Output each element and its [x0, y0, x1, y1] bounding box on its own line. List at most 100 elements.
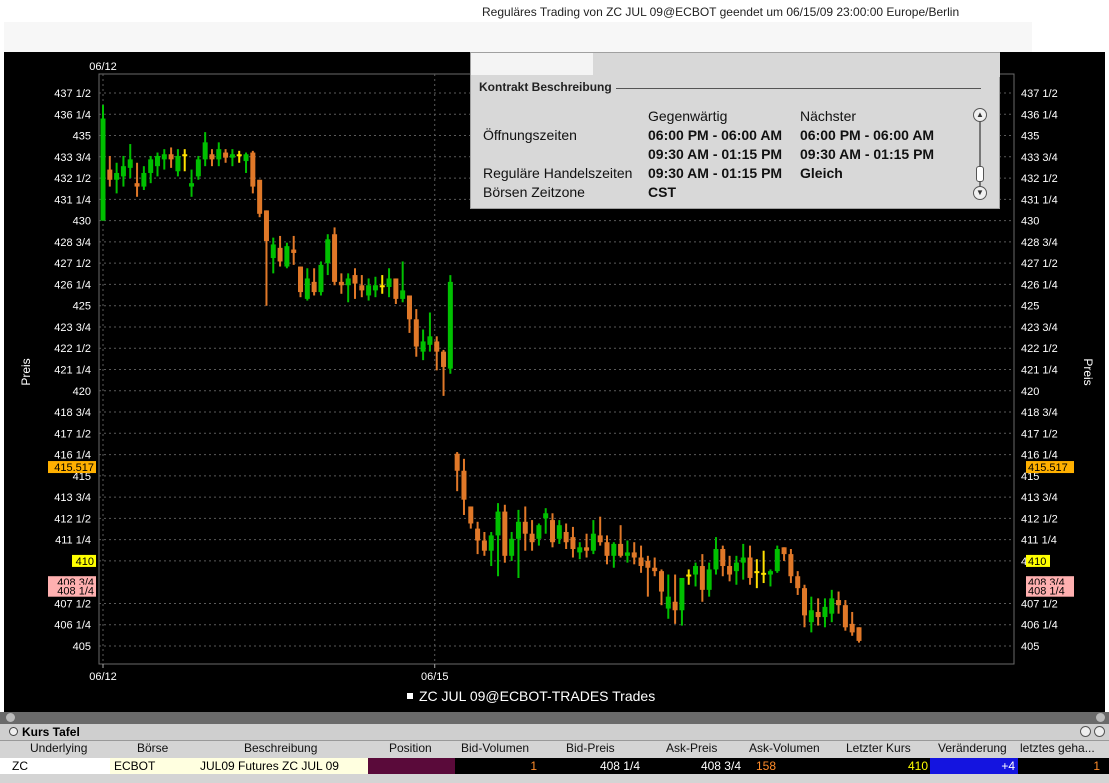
candle-body — [624, 552, 630, 556]
tooltip-col-current: Gegenwärtig — [648, 108, 728, 124]
y-tick-label-left: 436 1/4 — [54, 109, 91, 121]
candle-body — [645, 560, 651, 568]
column-header[interactable]: Ask-Preis — [666, 741, 717, 755]
tooltip-col-next: Nächster — [800, 108, 857, 124]
tooltip-blank-area — [471, 53, 593, 75]
candle-body — [427, 336, 433, 345]
candle-body — [189, 183, 195, 187]
candle-body — [216, 149, 222, 160]
y-tick-label-right: 405 — [1021, 641, 1039, 653]
candle-body — [563, 531, 569, 543]
cell-last-price: 410 — [833, 758, 930, 774]
candle-body — [733, 562, 739, 572]
y-tick-label-right: 418 3/4 — [1021, 407, 1058, 419]
splitter-left-knob-icon[interactable] — [6, 713, 15, 722]
scroll-thumb[interactable] — [976, 166, 984, 182]
candle-body — [522, 521, 528, 534]
column-header[interactable]: Veränderung — [938, 741, 1007, 755]
candle-body — [590, 533, 596, 551]
y-tick-label-right: 432 1/2 — [1021, 173, 1058, 185]
y-tick-label-left: 435 — [73, 131, 91, 143]
tooltip-scrollbar[interactable]: ▲ ▼ — [973, 108, 987, 200]
y-tick-label-left: 437 1/2 — [54, 88, 91, 100]
candle-body — [550, 520, 556, 543]
candle-body — [120, 166, 126, 177]
column-header[interactable]: Underlying — [30, 741, 87, 755]
close-icon[interactable] — [1094, 726, 1105, 737]
y-tick-label-left: 433 3/4 — [54, 152, 91, 164]
column-header[interactable]: Bid-Preis — [566, 741, 615, 755]
candle-body — [406, 295, 412, 320]
candle-body — [257, 179, 263, 214]
candle-body — [842, 605, 848, 628]
splitter-right-knob-icon[interactable] — [1096, 713, 1105, 722]
cell-description: JUL09 Futures ZC JUL 09 — [198, 758, 368, 774]
candle-body — [161, 154, 167, 160]
price-marker-left-label: 408 1/4 — [57, 586, 94, 598]
scroll-up-icon[interactable]: ▲ — [973, 108, 987, 122]
y-tick-label-right: 420 — [1021, 386, 1039, 398]
candle-body — [543, 513, 549, 519]
y-tick-label-left: 418 3/4 — [54, 407, 91, 419]
column-header[interactable]: letztes geha... — [1020, 741, 1095, 755]
y-tick-label-right: 437 1/2 — [1021, 88, 1058, 100]
y-tick-label-right: 417 1/2 — [1021, 428, 1058, 440]
settings-icon[interactable] — [1080, 726, 1091, 737]
candle-body — [325, 239, 331, 264]
tooltip-row-next: 09:30 AM - 01:15 PM — [800, 146, 935, 162]
candle-body — [727, 566, 733, 575]
y-tick-label-left: 425 — [73, 301, 91, 313]
y-tick-label-right: 413 3/4 — [1021, 492, 1058, 504]
candle-body — [481, 540, 487, 551]
candle-body — [277, 247, 283, 262]
quote-board-title: Kurs Tafel — [22, 725, 80, 739]
candle-body — [856, 627, 862, 641]
column-header[interactable]: Position — [389, 741, 432, 755]
y-tick-label-right: 436 1/4 — [1021, 109, 1058, 121]
column-header[interactable]: Beschreibung — [244, 741, 317, 755]
price-marker-left-label: 410 — [76, 556, 94, 568]
column-header[interactable]: Bid-Volumen — [461, 741, 529, 755]
y-tick-label-right: 431 1/4 — [1021, 194, 1058, 206]
column-header[interactable]: Ask-Volumen — [749, 741, 820, 755]
candle-body — [386, 278, 392, 287]
trading-status-message: Reguläres Trading von ZC JUL 09@ECBOT ge… — [482, 5, 960, 19]
candle-body — [802, 588, 808, 616]
candle-body — [454, 453, 460, 471]
y-tick-label-right: 435 — [1021, 131, 1039, 143]
column-header[interactable]: Letzter Kurs — [846, 741, 911, 755]
price-marker-left-label: 415.517 — [54, 462, 94, 474]
candle-body — [182, 154, 188, 157]
cell-last-traded: 1 — [1018, 758, 1102, 774]
column-header[interactable]: Börse — [137, 741, 168, 755]
panel-splitter[interactable] — [0, 712, 1109, 724]
y-tick-label-left: 413 3/4 — [54, 492, 91, 504]
cell-exchange: ECBOT — [110, 758, 198, 774]
candle-body — [693, 566, 699, 575]
table-row[interactable]: ZC ECBOT JUL09 Futures ZC JUL 09 1 408 1… — [0, 758, 1109, 774]
candle-body — [332, 234, 338, 282]
candle-body — [597, 535, 603, 543]
quote-board-header: Kurs Tafel — [0, 724, 1109, 741]
y-tick-label-left: 428 3/4 — [54, 237, 91, 249]
y-tick-label-left: 423 3/4 — [54, 322, 91, 334]
candle-body — [699, 566, 705, 590]
tooltip-row-label: Börsen Zeitzone — [483, 184, 585, 200]
candle-body — [515, 521, 521, 539]
y-tick-label-left: 416 1/4 — [54, 450, 91, 462]
collapse-icon[interactable] — [9, 727, 18, 736]
candle-body — [447, 281, 453, 369]
cell-underlying: ZC — [0, 758, 110, 774]
scroll-down-icon[interactable]: ▼ — [973, 186, 987, 200]
contract-description-tooltip: Kontrakt Beschreibung Gegenwärtig Nächst… — [470, 52, 1000, 209]
candle-body — [556, 525, 562, 539]
candle-body — [761, 572, 767, 575]
candle-body — [202, 142, 208, 160]
y-tick-label-left: 431 1/4 — [54, 194, 91, 206]
candle-body — [822, 606, 828, 618]
candle-body — [154, 155, 160, 167]
candle-body — [318, 264, 324, 293]
candle-body — [134, 183, 140, 187]
candle-body — [788, 554, 794, 577]
candle-body — [740, 557, 746, 563]
